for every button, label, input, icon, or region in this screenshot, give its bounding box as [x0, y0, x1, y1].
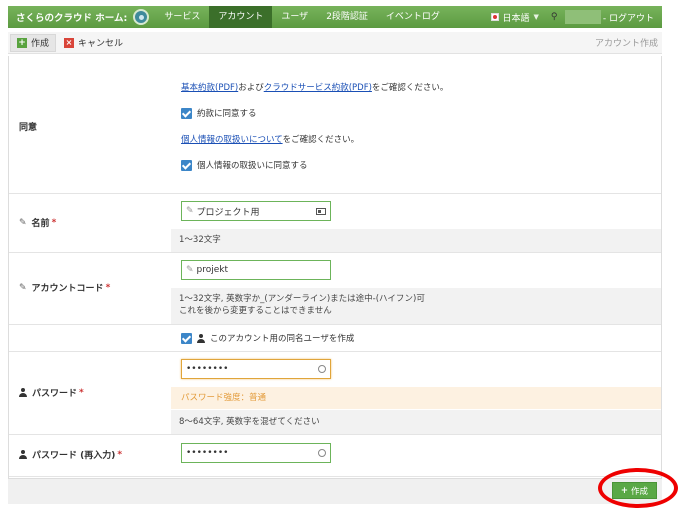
pencil-icon: ✎	[186, 206, 194, 216]
agree-terms-label: 約款に同意する	[197, 109, 257, 119]
password-row: パスワード * •••••••• パスワード強度：普通 8〜64文字, 英数字を…	[9, 352, 661, 435]
cloud-home-icon[interactable]	[133, 9, 150, 25]
key-icon	[318, 365, 326, 373]
password-confirm-label-text: パスワード (再入力)	[32, 451, 116, 461]
pencil-icon: ✎	[186, 265, 194, 275]
account-code-row: ✎ アカウントコード * ✎ projekt 1〜32文字, 英数字か_(アンダ…	[9, 253, 661, 325]
nav-item-two-factor[interactable]: 2段階認証	[317, 6, 377, 28]
close-icon: ×	[64, 37, 75, 48]
password-label-text: パスワード	[32, 389, 78, 399]
account-code-label: ✎ アカウントコード *	[19, 281, 111, 295]
privacy-suffix-text: をご確認ください。	[282, 135, 360, 145]
same-user-label: このアカウント用の同名ユーザを作成	[210, 334, 355, 344]
consent-label: 同意	[19, 123, 38, 133]
name-label: ✎ 名前 *	[19, 216, 57, 230]
name-input-value: プロジェクト用	[196, 207, 260, 218]
account-create-form: 同意 基本約款(PDF)およびクラウドサービス約款(PDF)をご確認ください。 …	[8, 56, 662, 504]
password-strength: パスワード強度：普通	[171, 387, 661, 409]
pencil-icon: ✎	[19, 217, 27, 228]
terms-suffix-text: をご確認ください。	[371, 83, 449, 93]
consent-row: 同意 基本約款(PDF)およびクラウドサービス約款(PDF)をご確認ください。 …	[9, 56, 661, 194]
password-input-value: ••••••••	[186, 364, 229, 374]
chevron-down-icon: ▼	[533, 13, 539, 21]
user-icon: ⚲	[550, 12, 558, 22]
id-card-icon	[316, 207, 326, 215]
checkbox-checked-icon[interactable]	[181, 159, 192, 171]
nav-item-event-log[interactable]: イベントログ	[377, 6, 449, 28]
privacy-notice: 個人情報の取扱いについてをご確認ください。	[181, 133, 359, 145]
language-label: 日本語	[502, 13, 530, 24]
password-confirm-input-value: ••••••••	[186, 448, 229, 458]
required-marker: *	[105, 282, 111, 293]
password-strength-text: パスワード強度：普通	[181, 393, 267, 403]
nav-item-account[interactable]: アカウント	[209, 6, 273, 28]
account-code-hint-line1: 1〜32文字, 英数字か_(アンダーライン)または途中-(ハイフン)可	[179, 294, 425, 304]
privacy-link[interactable]: 個人情報の取扱いについて	[181, 135, 283, 145]
action-toolbar: + 作成 × キャンセル アカウント作成	[8, 32, 662, 54]
password-hint: 8〜64文字, 英数字を混ぜてください	[171, 410, 661, 434]
user-menu[interactable]: ⚲ - ログアウト	[551, 10, 662, 24]
name-row: ✎ 名前 * ✎ プロジェクト用 1〜32文字	[9, 194, 661, 253]
password-label: パスワード *	[19, 386, 84, 399]
redacted-username	[564, 10, 601, 24]
user-icon	[19, 388, 27, 397]
name-input[interactable]: ✎ プロジェクト用	[181, 201, 331, 221]
account-code-input[interactable]: ✎ projekt	[181, 260, 331, 280]
name-hint: 1〜32文字	[171, 229, 661, 252]
account-code-input-value: projekt	[196, 265, 229, 275]
password-hint-text: 8〜64文字, 英数字を混ぜてください	[179, 417, 320, 427]
toolbar-create-label: 作成	[31, 39, 50, 49]
plus-icon: +	[17, 37, 27, 48]
account-code-label-text: アカウントコード	[31, 284, 104, 294]
nav-item-users[interactable]: ユーザ	[272, 6, 317, 28]
highlight-annotation-ring	[598, 468, 678, 508]
toolbar-create-button[interactable]: + 作成	[10, 33, 57, 52]
agree-terms-checkbox-row[interactable]: 約款に同意する	[181, 107, 257, 119]
basic-terms-link[interactable]: 基本約款(PDF)	[181, 83, 238, 93]
checkbox-checked-icon[interactable]	[181, 332, 192, 344]
terms-mid-text: および	[238, 83, 264, 93]
flag-icon	[491, 13, 500, 21]
user-icon	[19, 450, 27, 459]
password-confirm-input[interactable]: ••••••••	[181, 443, 331, 463]
terms-notice: 基本約款(PDF)およびクラウドサービス約款(PDF)をご確認ください。	[181, 81, 448, 93]
password-input[interactable]: ••••••••	[181, 359, 331, 379]
form-footer	[8, 478, 662, 504]
account-code-hint: 1〜32文字, 英数字か_(アンダーライン)または途中-(ハイフン)可 これを後…	[171, 288, 661, 324]
cloud-terms-link[interactable]: クラウドサービス約款(PDF)	[264, 83, 372, 93]
pencil-icon: ✎	[19, 282, 27, 293]
checkbox-checked-icon[interactable]	[181, 107, 192, 119]
user-icon	[197, 333, 205, 343]
same-user-row: このアカウント用の同名ユーザを作成	[9, 325, 661, 352]
nav-item-services[interactable]: サービス	[155, 6, 209, 28]
key-icon	[318, 449, 326, 457]
required-marker: *	[79, 387, 84, 398]
brand-title[interactable]: さくらのクラウド ホーム:	[8, 10, 133, 24]
logout-link[interactable]: - ログアウト	[603, 11, 654, 24]
toolbar-cancel-label: キャンセル	[78, 39, 124, 49]
name-label-text: 名前	[31, 219, 50, 229]
required-marker: *	[51, 217, 57, 228]
required-marker: *	[117, 449, 123, 460]
language-selector[interactable]: 日本語 ▼	[491, 11, 550, 24]
agree-privacy-label: 個人情報の取扱いに同意する	[197, 161, 308, 171]
password-confirm-row: パスワード (再入力) * ••••••••	[9, 435, 661, 477]
same-user-checkbox-row[interactable]: このアカウント用の同名ユーザを作成	[181, 332, 354, 344]
name-hint-text: 1〜32文字	[179, 235, 221, 245]
top-nav-bar: さくらのクラウド ホーム: サービス アカウント ユーザ 2段階認証 イベントロ…	[8, 6, 662, 28]
page-title: アカウント作成	[594, 39, 658, 49]
agree-privacy-checkbox-row[interactable]: 個人情報の取扱いに同意する	[181, 159, 308, 171]
toolbar-cancel-button[interactable]: × キャンセル	[58, 34, 129, 52]
password-confirm-label: パスワード (再入力) *	[19, 448, 122, 461]
account-code-hint-line2: これを後から変更することはできません	[179, 306, 332, 316]
